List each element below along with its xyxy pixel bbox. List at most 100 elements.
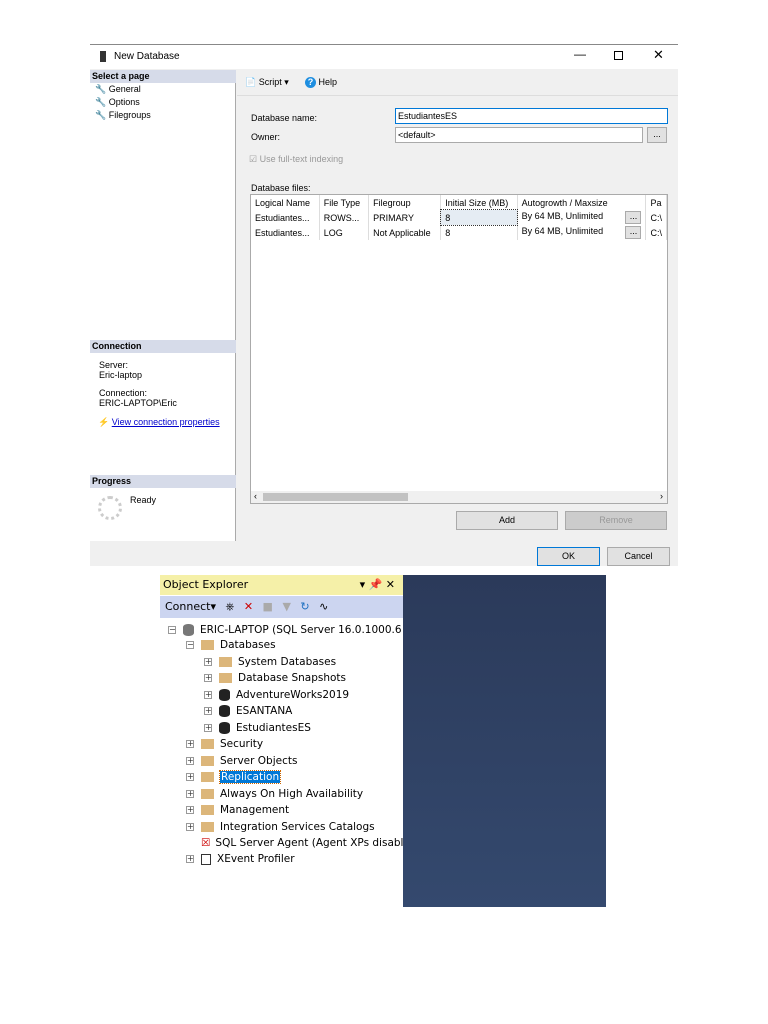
- col-header: Logical Name: [251, 195, 320, 210]
- dialog-title: New Database: [114, 51, 180, 62]
- remove-button[interactable]: Remove: [565, 511, 667, 530]
- stop-icon[interactable]: ■: [263, 600, 273, 613]
- tree-node[interactable]: + ESANTANA: [204, 703, 292, 719]
- link-text: View connection properties: [111, 417, 220, 427]
- view-connection-properties-link[interactable]: ⚡ View connection properties: [98, 417, 220, 428]
- cell[interactable]: 8: [440, 225, 518, 240]
- page-filegroups[interactable]: 🔧 Filegroups: [90, 109, 235, 122]
- collapse-icon[interactable]: −: [186, 641, 194, 649]
- expand-icon[interactable]: +: [186, 806, 194, 814]
- xevent-icon: [201, 853, 211, 865]
- owner-input[interactable]: [395, 127, 643, 143]
- panel-controls[interactable]: ▾ 📌 ✕: [360, 575, 395, 595]
- tree-node[interactable]: + Always On High Availability: [186, 786, 363, 802]
- tree-node[interactable]: + AdventureWorks2019: [204, 687, 349, 703]
- database-icon: [219, 722, 230, 734]
- expand-icon[interactable]: +: [186, 855, 194, 863]
- node-label: Replication: [218, 770, 282, 784]
- object-explorer-header: Object Explorer ▾ 📌 ✕: [160, 575, 403, 595]
- collapse-icon[interactable]: −: [168, 626, 176, 634]
- tree-node-selected[interactable]: + Replication: [186, 769, 282, 785]
- expand-icon[interactable]: +: [204, 707, 212, 715]
- col-header: Filegroup: [368, 195, 442, 210]
- progress-spinner-icon: [98, 496, 122, 520]
- autogrowth-button[interactable]: ...: [625, 226, 642, 239]
- expand-icon[interactable]: +: [204, 674, 212, 682]
- node-label: ERIC-LAPTOP (SQL Server 16.0.1000.6 -: [200, 624, 409, 636]
- fulltext-label: Use full-text indexing: [259, 154, 344, 164]
- page-label: Filegroups: [108, 110, 151, 120]
- cell: Estudiantes...: [251, 225, 320, 240]
- disconnect-icon[interactable]: ✕: [244, 600, 253, 613]
- expand-icon[interactable]: +: [186, 790, 194, 798]
- expand-icon[interactable]: +: [204, 724, 212, 732]
- expand-icon[interactable]: +: [186, 740, 194, 748]
- owner-browse-button[interactable]: ...: [647, 127, 667, 143]
- tree-node[interactable]: + Security: [186, 736, 263, 752]
- database-name-input[interactable]: [395, 108, 668, 124]
- cell[interactable]: By 64 MB, Unlimited...: [517, 225, 647, 240]
- connect-button[interactable]: Connect▾: [165, 600, 216, 613]
- expand-icon[interactable]: +: [186, 823, 194, 831]
- folder-icon: [219, 657, 232, 667]
- help-button[interactable]: ? Help: [305, 77, 337, 88]
- tree-node[interactable]: + Database Snapshots: [204, 670, 346, 686]
- scroll-thumb[interactable]: [263, 493, 408, 501]
- database-icon: [219, 705, 230, 717]
- tree-node[interactable]: + Integration Services Catalogs: [186, 819, 375, 835]
- node-label: XEvent Profiler: [217, 853, 295, 865]
- node-label: Server Objects: [220, 755, 298, 767]
- table-row[interactable]: Estudiantes... LOG Not Applicable 8 By 6…: [251, 225, 667, 240]
- activity-monitor-icon[interactable]: ∿: [319, 600, 328, 613]
- cancel-button[interactable]: Cancel: [607, 547, 670, 566]
- page-general[interactable]: 🔧 General: [90, 83, 235, 96]
- cell[interactable]: By 64 MB, Unlimited...: [517, 210, 647, 225]
- expand-icon[interactable]: +: [204, 658, 212, 666]
- expand-icon[interactable]: +: [204, 691, 212, 699]
- minimize-button[interactable]: —: [574, 47, 586, 61]
- grid-header: Logical Name File Type Filegroup Initial…: [251, 195, 667, 210]
- cell: C:\: [645, 210, 667, 225]
- db-name-label: Database name:: [251, 113, 318, 123]
- maximize-button[interactable]: [614, 51, 623, 60]
- server-icon: [100, 51, 106, 62]
- close-button[interactable]: ✕: [653, 47, 664, 63]
- editor-background: [403, 575, 606, 907]
- filter-icon[interactable]: ▼: [282, 600, 290, 613]
- server-icon: [183, 624, 194, 636]
- tree-node[interactable]: + EstudiantesES: [204, 720, 311, 736]
- horizontal-scrollbar[interactable]: ‹ ›: [251, 491, 667, 503]
- folder-icon: [201, 822, 214, 832]
- tree-node-server[interactable]: − ERIC-LAPTOP (SQL Server 16.0.1000.6 -: [168, 622, 409, 638]
- connect-icon[interactable]: ⎈: [226, 600, 235, 613]
- col-header: File Type: [319, 195, 370, 210]
- database-files-grid[interactable]: Logical Name File Type Filegroup Initial…: [250, 194, 668, 504]
- autogrowth-button[interactable]: ...: [625, 211, 642, 224]
- tree-node-databases[interactable]: − Databases: [186, 637, 276, 653]
- script-button[interactable]: 📄 Script ▾: [245, 77, 289, 88]
- expand-icon[interactable]: +: [186, 773, 194, 781]
- scroll-right-icon[interactable]: ›: [660, 491, 663, 501]
- folder-icon: [201, 772, 214, 782]
- tree-node[interactable]: + Management: [186, 802, 289, 818]
- tree-node[interactable]: ☒ SQL Server Agent (Agent XPs disabl: [201, 835, 403, 851]
- folder-icon: [219, 673, 232, 683]
- scroll-left-icon[interactable]: ‹: [254, 491, 257, 501]
- node-label: Integration Services Catalogs: [220, 821, 375, 833]
- autogrowth-value: By 64 MB, Unlimited: [521, 226, 604, 236]
- add-button[interactable]: Add: [456, 511, 558, 530]
- page-options[interactable]: 🔧 Options: [90, 96, 235, 109]
- col-header: Initial Size (MB): [440, 195, 518, 210]
- ok-button[interactable]: OK: [537, 547, 600, 566]
- tree-node[interactable]: + Server Objects: [186, 753, 297, 769]
- cell: Not Applicable: [368, 225, 442, 240]
- node-label: System Databases: [238, 656, 337, 668]
- expand-icon[interactable]: +: [186, 757, 194, 765]
- table-row[interactable]: Estudiantes... ROWS... PRIMARY 8 By 64 M…: [251, 209, 667, 226]
- fulltext-checkbox[interactable]: ☑ Use full-text indexing: [249, 154, 343, 165]
- tree-node[interactable]: + System Databases: [204, 654, 336, 670]
- cell-initial-size[interactable]: 8: [439, 209, 519, 226]
- tree-node[interactable]: + XEvent Profiler: [186, 851, 295, 867]
- refresh-icon[interactable]: ↻: [300, 600, 309, 613]
- cell: Estudiantes...: [251, 210, 320, 225]
